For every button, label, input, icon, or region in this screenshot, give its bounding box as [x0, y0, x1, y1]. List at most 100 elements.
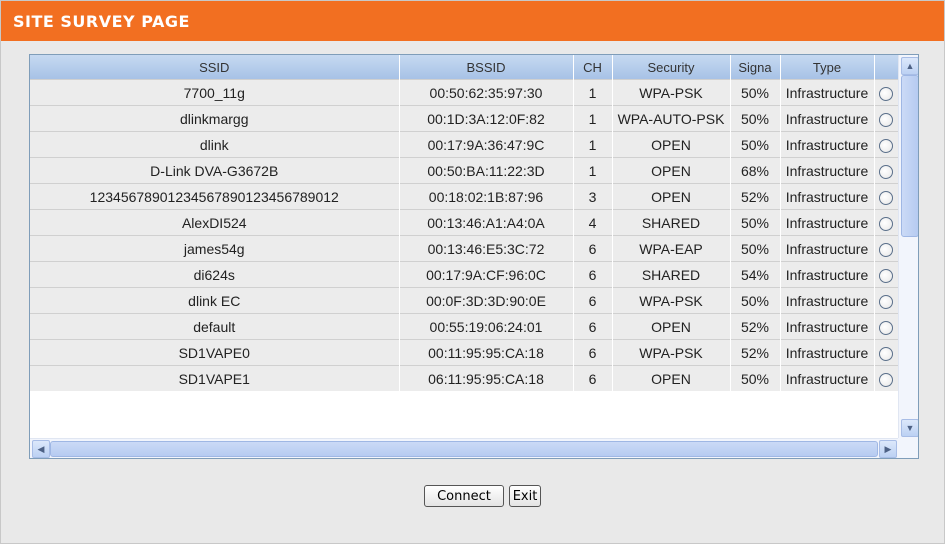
page-header: SITE SURVEY PAGE [1, 1, 944, 41]
select-radio[interactable] [879, 190, 893, 205]
select-radio[interactable] [879, 372, 893, 387]
select-radio[interactable] [879, 268, 893, 283]
cell-select [874, 131, 898, 158]
table-row[interactable]: 12345678901234567890123456789012 00:18:02… [30, 183, 898, 210]
site-survey-page: SITE SURVEY PAGE SSID BSSID CH Security … [0, 0, 945, 544]
table-row[interactable]: 7700_11g 00:50:62:35:97:30 1 WPA-PSK 50% Infr… [30, 79, 898, 106]
connect-button[interactable]: Connect [424, 485, 504, 507]
scroll-up-button[interactable]: ▲ [901, 57, 918, 75]
table-row[interactable]: D-Link DVA-G3672B 00:50:BA:11:22:3D 1 OPEN 6… [30, 157, 898, 184]
cell-ssid: AlexDI524 [30, 209, 400, 236]
horizontal-scroll-thumb[interactable] [50, 441, 878, 457]
cell-ssid: default [30, 313, 400, 340]
select-radio[interactable] [879, 216, 893, 231]
cell-bssid: 00:17:9A:36:47:9C [399, 131, 574, 158]
cell-signal: 50% [730, 287, 781, 314]
cell-ch: 4 [573, 209, 613, 236]
select-radio[interactable] [879, 164, 893, 179]
survey-list-panel: SSID BSSID CH Security Signa Type 7700_1… [29, 54, 919, 459]
horizontal-scrollbar[interactable]: ◀ ▶ [30, 438, 898, 458]
cell-bssid: 00:55:19:06:24:01 [399, 313, 574, 340]
select-radio[interactable] [879, 242, 893, 257]
column-header-bssid[interactable]: BSSID [399, 55, 574, 80]
cell-security: WPA-PSK [612, 79, 731, 106]
table-row[interactable]: di624s 00:17:9A:CF:96:0C 6 SHARED 54% Infrast… [30, 261, 898, 288]
scroll-left-button[interactable]: ◀ [32, 440, 50, 458]
vertical-scroll-thumb[interactable] [901, 75, 918, 237]
cell-ch: 6 [573, 235, 613, 262]
cell-ssid: 12345678901234567890123456789012 [30, 183, 400, 210]
cell-ssid: 7700_11g [30, 79, 400, 106]
cell-security: WPA-PSK [612, 339, 731, 366]
cell-bssid: 00:11:95:95:CA:18 [399, 339, 574, 366]
select-radio[interactable] [879, 294, 893, 309]
column-header-type[interactable]: Type [780, 55, 875, 80]
cell-type: Infrastructure [780, 365, 875, 391]
cell-signal: 68% [730, 157, 781, 184]
cell-ch: 1 [573, 157, 613, 184]
cell-ssid: di624s [30, 261, 400, 288]
cell-signal: 50% [730, 131, 781, 158]
cell-type: Infrastructure [780, 131, 875, 158]
cell-signal: 50% [730, 365, 781, 391]
column-header-ch[interactable]: CH [573, 55, 613, 80]
scrollbar-corner [898, 438, 918, 458]
cell-type: Infrastructure [780, 287, 875, 314]
table-row[interactable]: james54g 00:13:46:E5:3C:72 6 WPA-EAP 50% Infr… [30, 235, 898, 262]
table-row[interactable]: SD1VAPE0 00:11:95:95:CA:18 6 WPA-PSK 52% Infr… [30, 339, 898, 366]
cell-ch: 6 [573, 261, 613, 288]
vertical-scrollbar[interactable]: ▲ ▼ [898, 55, 918, 438]
cell-select [874, 261, 898, 288]
cell-bssid: 00:17:9A:CF:96:0C [399, 261, 574, 288]
table-row[interactable]: dlink EC 00:0F:3D:3D:90:0E 6 WPA-PSK 50% Infr… [30, 287, 898, 314]
cell-signal: 52% [730, 313, 781, 340]
select-radio[interactable] [879, 86, 893, 101]
cell-type: Infrastructure [780, 183, 875, 210]
cell-select [874, 235, 898, 262]
table-row[interactable]: SD1VAPE1 06:11:95:95:CA:18 6 OPEN 50% Infrast… [30, 365, 898, 391]
cell-bssid: 00:0F:3D:3D:90:0E [399, 287, 574, 314]
cell-ch: 6 [573, 339, 613, 366]
select-radio[interactable] [879, 138, 893, 153]
page-title: SITE SURVEY PAGE [13, 12, 190, 31]
column-header-security[interactable]: Security [612, 55, 731, 80]
cell-type: Infrastructure [780, 339, 875, 366]
cell-type: Infrastructure [780, 79, 875, 106]
cell-security: OPEN [612, 183, 731, 210]
scroll-down-button[interactable]: ▼ [901, 419, 918, 437]
cell-ssid: dlink [30, 131, 400, 158]
column-header-select [874, 55, 898, 80]
column-header-ssid[interactable]: SSID [30, 55, 400, 80]
cell-ch: 6 [573, 287, 613, 314]
select-radio[interactable] [879, 346, 893, 361]
cell-ch: 6 [573, 313, 613, 340]
cell-signal: 54% [730, 261, 781, 288]
cell-bssid: 06:11:95:95:CA:18 [399, 365, 574, 391]
cell-ch: 6 [573, 365, 613, 391]
cell-type: Infrastructure [780, 261, 875, 288]
cell-bssid: 00:50:62:35:97:30 [399, 79, 574, 106]
cell-bssid: 00:13:46:A1:A4:0A [399, 209, 574, 236]
cell-security: WPA-PSK [612, 287, 731, 314]
scroll-right-button[interactable]: ▶ [879, 440, 897, 458]
cell-signal: 52% [730, 183, 781, 210]
cell-signal: 52% [730, 339, 781, 366]
table-header-row: SSID BSSID CH Security Signa Type [30, 55, 898, 80]
cell-security: OPEN [612, 313, 731, 340]
cell-signal: 50% [730, 235, 781, 262]
cell-ch: 1 [573, 79, 613, 106]
table-row[interactable]: default 00:55:19:06:24:01 6 OPEN 52% Infrastr… [30, 313, 898, 340]
table-row[interactable]: dlinkmargg 00:1D:3A:12:0F:82 1 WPA-AUTO-PSK… [30, 105, 898, 132]
column-header-signal[interactable]: Signa [730, 55, 781, 80]
cell-select [874, 79, 898, 106]
cell-security: SHARED [612, 209, 731, 236]
cell-security: OPEN [612, 365, 731, 391]
exit-button[interactable]: Exit [509, 485, 541, 507]
cell-bssid: 00:50:BA:11:22:3D [399, 157, 574, 184]
table-row[interactable]: dlink 00:17:9A:36:47:9C 1 OPEN 50% Infrastruc… [30, 131, 898, 158]
cell-signal: 50% [730, 105, 781, 132]
table-row[interactable]: AlexDI524 00:13:46:A1:A4:0A 4 SHARED 50% Infr… [30, 209, 898, 236]
cell-signal: 50% [730, 79, 781, 106]
select-radio[interactable] [879, 112, 893, 127]
select-radio[interactable] [879, 320, 893, 335]
